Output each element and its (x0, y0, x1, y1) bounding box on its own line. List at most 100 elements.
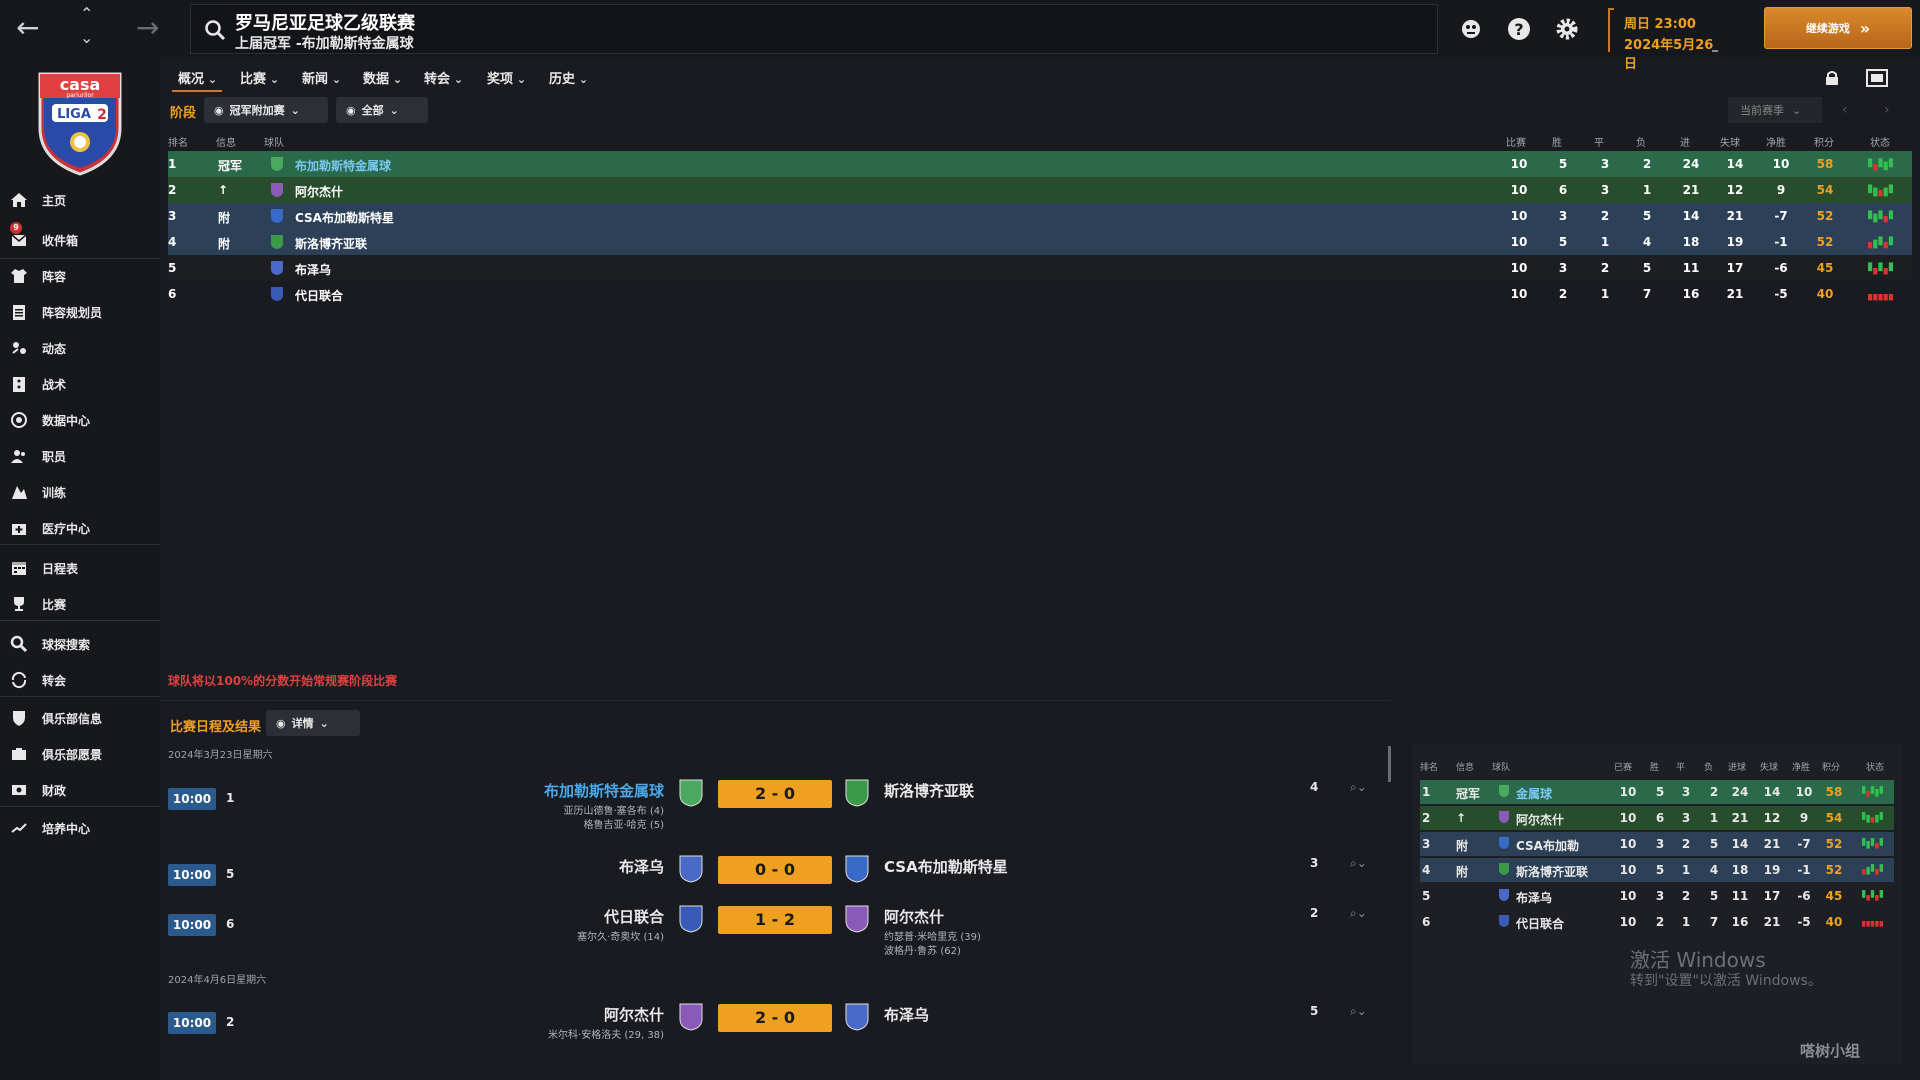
col-played[interactable]: 比赛 (1506, 134, 1526, 149)
next-season-icon[interactable]: › (1884, 102, 1890, 118)
col-team[interactable]: 球队 (264, 134, 284, 149)
sidebar-item-staff[interactable]: 职员 (10, 444, 160, 468)
row-w: 3 (1558, 209, 1568, 223)
tab-awards[interactable]: 奖项 (487, 68, 526, 87)
search-box[interactable]: 罗马尼亚足球乙级联赛 上届冠军 -布加勒斯特金属球 (190, 4, 1438, 54)
table-row[interactable]: 1 冠军 布加勒斯特金属球 10 5 3 2 24 14 10 58 (168, 151, 1912, 177)
sidebar-item-development[interactable]: 培养中心 (10, 816, 160, 840)
league-logo[interactable]: casa pariurilor LIGA 2 (30, 68, 130, 178)
fixtures-scrollbar[interactable] (1388, 746, 1391, 782)
fixture-away-team[interactable]: CSA布加勒斯特星 (884, 856, 1008, 877)
fm-logo-icon[interactable] (1458, 16, 1484, 42)
col-pos[interactable]: 排名 (168, 134, 188, 149)
row-team[interactable]: 布加勒斯特金属球 (295, 157, 391, 174)
row-team[interactable]: 布泽乌 (295, 261, 331, 278)
tab-stats[interactable]: 数据 (363, 68, 402, 87)
mini-row-team[interactable]: 布泽乌 (1516, 889, 1552, 906)
back-arrow-icon[interactable]: ← (16, 14, 39, 42)
continue-button[interactable]: 继续游戏 » (1764, 7, 1912, 49)
col-goal-diff[interactable]: 净胜 (1766, 134, 1786, 149)
fixture-score[interactable]: 0 - 0 (718, 856, 832, 884)
fixture-away-team[interactable]: 布泽乌 (884, 1004, 929, 1025)
tab-matches[interactable]: 比赛 (240, 68, 279, 87)
fixture-home-team[interactable]: 布加勒斯特金属球 (544, 780, 664, 801)
match-search-icon[interactable]: ⌕⌄ (1350, 1004, 1367, 1019)
mini-table-row[interactable]: 1 冠军 金属球 10 5 3 2 24 14 10 58 (1420, 780, 1894, 804)
sidebar-item-scouting[interactable]: 球探搜索 (10, 632, 160, 656)
col-goals-against[interactable]: 失球 (1720, 134, 1740, 149)
table-row[interactable]: 6 代日联合 10 2 1 7 16 21 -5 40 (168, 281, 1912, 307)
mini-row-team[interactable]: 斯洛博齐亚联 (1516, 863, 1588, 880)
sidebar-item-finances[interactable]: 财政 (10, 778, 160, 802)
widget-view-icon[interactable] (1864, 67, 1890, 89)
tab-news[interactable]: 新闻 (302, 68, 341, 87)
row-team[interactable]: 阿尔杰什 (295, 183, 343, 200)
mini-table-row[interactable]: 2 ↑ 阿尔杰什 10 6 3 1 21 12 9 54 (1420, 806, 1894, 830)
mini-table-row[interactable]: 6 代日联合 10 2 1 7 16 21 -5 40 (1420, 910, 1894, 934)
sidebar-item-data-hub[interactable]: 数据中心 (10, 408, 160, 432)
stage-filter-dropdown[interactable]: ◉ 冠军附加赛 ⌄ (204, 97, 328, 123)
row-team[interactable]: CSA布加勒斯特星 (295, 209, 394, 226)
table-row[interactable]: 2 ↑ 阿尔杰什 10 6 3 1 21 12 9 54 (168, 177, 1912, 203)
forward-arrow-icon[interactable]: → (136, 14, 159, 42)
fixture-home-team[interactable]: 代日联合 (604, 906, 664, 927)
sidebar-item-training[interactable]: 训练 (10, 480, 160, 504)
mini-row-team[interactable]: 代日联合 (1516, 915, 1564, 932)
sidebar-item-squad-planner[interactable]: 阵容规划员 (10, 300, 160, 324)
sidebar-item-competitions[interactable]: 比赛 (10, 592, 160, 616)
tab-overview[interactable]: 概况 (178, 68, 217, 87)
season-dropdown[interactable]: 当前赛季 ⌄ (1728, 97, 1822, 123)
fixture-score[interactable]: 2 - 0 (718, 1004, 832, 1032)
col-drawn[interactable]: 平 (1594, 134, 1604, 149)
scope-filter-dropdown[interactable]: ◉ 全部 ⌄ (336, 97, 428, 123)
sidebar-item-inbox[interactable]: 9 收件箱 (10, 222, 160, 252)
col-goals-for[interactable]: 进 (1680, 134, 1690, 149)
sidebar-item-home[interactable]: 主页 (10, 188, 160, 212)
help-icon[interactable]: ? (1506, 16, 1532, 42)
sidebar-item-medical[interactable]: 医疗中心 (10, 516, 160, 540)
mini-table-row[interactable]: 3 附 CSA布加勒 10 3 2 5 14 21 -7 52 (1420, 832, 1894, 856)
lock-icon[interactable] (1824, 70, 1840, 86)
col-won[interactable]: 胜 (1552, 134, 1562, 149)
gear-icon[interactable] (1554, 16, 1580, 42)
fixture-score[interactable]: 1 - 2 (718, 906, 832, 934)
col-form[interactable]: 状态 (1870, 134, 1890, 149)
tab-history[interactable]: 历史 (549, 68, 588, 87)
chevron-down-icon[interactable]: ⌄ (80, 30, 93, 46)
row-team[interactable]: 斯洛博齐亚联 (295, 235, 367, 252)
home-icon (11, 193, 27, 207)
sidebar-item-label: 收件箱 (42, 233, 79, 248)
table-row[interactable]: 3 附 CSA布加勒斯特星 10 3 2 5 14 21 -7 52 (168, 203, 1912, 229)
table-row[interactable]: 4 附 斯洛博齐亚联 10 5 1 4 18 19 -1 52 (168, 229, 1912, 255)
col-info[interactable]: 信息 (216, 134, 236, 149)
fixture-home-team[interactable]: 布泽乌 (619, 856, 664, 877)
fixture-home-team[interactable]: 阿尔杰什 (604, 1004, 664, 1025)
mini-row-team[interactable]: 阿尔杰什 (1516, 811, 1564, 828)
row-team[interactable]: 代日联合 (295, 287, 343, 304)
fixture-away-team[interactable]: 斯洛博齐亚联 (884, 780, 974, 801)
col-lost[interactable]: 负 (1636, 134, 1646, 149)
fixtures-detail-dropdown[interactable]: ◉ 详情 ⌄ (266, 710, 360, 736)
col-points[interactable]: 积分 (1814, 134, 1834, 149)
table-row[interactable]: 5 布泽乌 10 3 2 5 11 17 -6 45 (168, 255, 1912, 281)
fixture-home-scorer: 亚历山德鲁·塞各布 (4) (563, 806, 664, 817)
mini-row-team[interactable]: CSA布加勒 (1516, 837, 1579, 854)
mini-row-team[interactable]: 金属球 (1516, 785, 1552, 802)
match-search-icon[interactable]: ⌕⌄ (1350, 780, 1367, 795)
sidebar-item-schedule[interactable]: 日程表 (10, 556, 160, 580)
mini-table-row[interactable]: 4 附 斯洛博齐亚联 10 5 1 4 18 19 -1 52 (1420, 858, 1894, 882)
fixture-away-team[interactable]: 阿尔杰什 (884, 906, 944, 927)
chevron-up-icon[interactable]: ⌃ (80, 6, 93, 22)
tab-transfers[interactable]: 转会 (424, 68, 463, 87)
fixture-score[interactable]: 2 - 0 (718, 780, 832, 808)
match-search-icon[interactable]: ⌕⌄ (1350, 856, 1367, 871)
sidebar-item-transfers[interactable]: 转会 (10, 668, 160, 692)
sidebar-item-club-info[interactable]: 俱乐部信息 (10, 706, 160, 730)
prev-season-icon[interactable]: ‹ (1842, 102, 1848, 118)
sidebar-item-tactics[interactable]: 战术 (10, 372, 160, 396)
sidebar-item-club-vision[interactable]: 俱乐部愿景 (10, 742, 160, 766)
match-search-icon[interactable]: ⌕⌄ (1350, 906, 1367, 921)
sidebar-item-dynamics[interactable]: 动态 (10, 336, 160, 360)
mini-table-row[interactable]: 5 布泽乌 10 3 2 5 11 17 -6 45 (1420, 884, 1894, 908)
sidebar-item-squad[interactable]: 阵容 (10, 264, 160, 288)
